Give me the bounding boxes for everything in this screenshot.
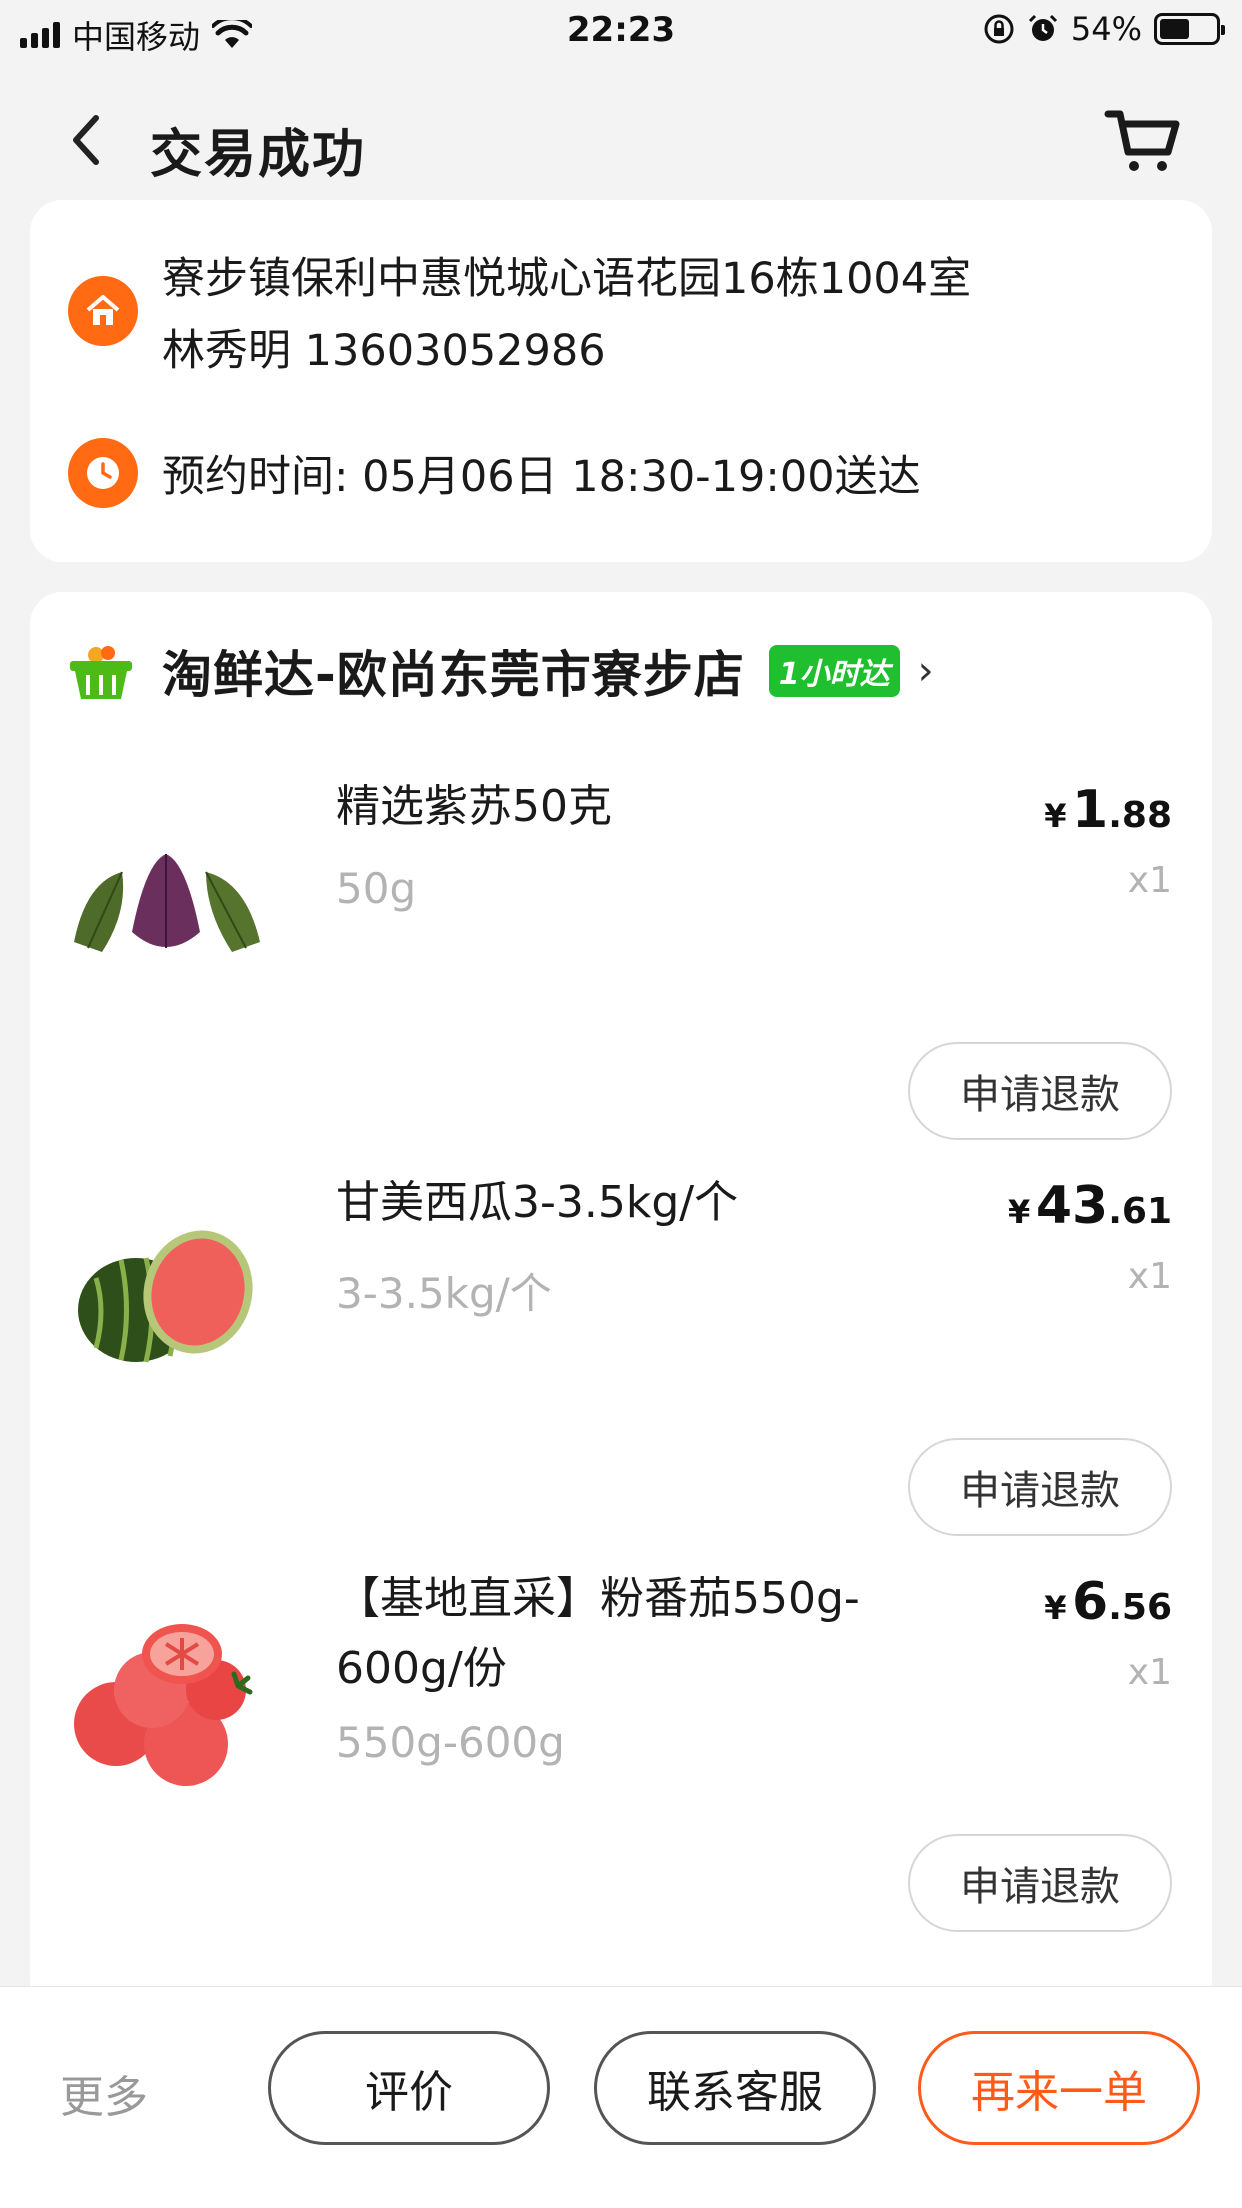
- more-button[interactable]: 更多: [60, 2061, 148, 2125]
- item-spec: 3-3.5kg/个: [336, 1269, 552, 1318]
- address-card: 寮步镇保利中惠悦城心语花园16栋1004室 林秀明 13603052986 预约…: [30, 200, 1212, 562]
- item-quantity: x1: [1127, 1256, 1172, 1297]
- battery-percent: 54%: [1070, 10, 1142, 48]
- item-spec: 550g-600g: [336, 1718, 565, 1767]
- back-button[interactable]: [55, 108, 115, 172]
- recipient-contact: 林秀明 13603052986: [162, 326, 606, 376]
- cart-button[interactable]: [1102, 100, 1182, 180]
- status-right: 54%: [983, 10, 1225, 48]
- refund-button[interactable]: 申请退款: [908, 1042, 1172, 1140]
- refund-button[interactable]: 申请退款: [908, 1834, 1172, 1932]
- orientation-lock-icon: [984, 14, 1014, 44]
- chevron-left-icon: [73, 115, 99, 165]
- delivery-address: 寮步镇保利中惠悦城心语花园16栋1004室: [162, 254, 972, 304]
- page-title: 交易成功: [150, 125, 367, 185]
- status-bar: 中国移动 22:23 54%: [0, 0, 1242, 62]
- basket-icon: [70, 646, 132, 699]
- item-quantity: x1: [1127, 1652, 1172, 1693]
- order-item: 甘美西瓜3-3.5kg/个 3-3.5kg/个 ¥ 43.61 x1 申请退款: [30, 1168, 1212, 1564]
- store-header[interactable]: 淘鲜达-欧尚东莞市寮步店 1小时达 ›: [66, 636, 934, 706]
- delivery-schedule: 预约时间: 05月06日 18:30-19:00送达: [162, 452, 921, 502]
- battery-icon: [1154, 13, 1225, 45]
- clock-icon: [68, 438, 138, 508]
- order-card: 淘鲜达-欧尚东莞市寮步店 1小时达 › 精选紫苏50克 50g ¥ 1.88 x…: [30, 592, 1212, 2012]
- order-item: 【基地直采】粉番茄550g-600g/份 550g-600g ¥ 6.56 x1…: [30, 1564, 1212, 1960]
- currency-symbol: ¥: [1044, 1589, 1067, 1627]
- product-image-watermelon[interactable]: [66, 1198, 266, 1398]
- cart-icon: [1104, 110, 1180, 171]
- item-price: ¥ 6.56: [1044, 1572, 1172, 1632]
- alarm-icon: [1028, 14, 1057, 41]
- item-price: ¥ 1.88: [1044, 780, 1172, 840]
- order-item: 精选紫苏50克 50g ¥ 1.88 x1 申请退款: [30, 772, 1212, 1168]
- price-decimal: .61: [1108, 1191, 1172, 1232]
- currency-symbol: ¥: [1044, 797, 1067, 835]
- currency-symbol: ¥: [1008, 1193, 1031, 1231]
- reorder-button[interactable]: 再来一单: [918, 2031, 1200, 2145]
- price-integer: 6: [1072, 1572, 1109, 1632]
- item-quantity: x1: [1127, 860, 1172, 901]
- delivery-badge: 1小时达: [768, 645, 900, 697]
- price-decimal: .88: [1108, 795, 1172, 836]
- home-icon: [68, 276, 138, 346]
- price-integer: 43: [1035, 1176, 1109, 1236]
- contact-service-button[interactable]: 联系客服: [594, 2031, 876, 2145]
- refund-button[interactable]: 申请退款: [908, 1438, 1172, 1536]
- product-image-perilla[interactable]: [66, 802, 266, 1002]
- item-name[interactable]: 甘美西瓜3-3.5kg/个: [336, 1168, 936, 1238]
- nav-bar: 交易成功: [0, 80, 1242, 200]
- bottom-action-bar: 更多 评价 联系客服 再来一单: [0, 1986, 1242, 2208]
- chevron-right-icon: ›: [917, 648, 934, 694]
- item-name[interactable]: 【基地直采】粉番茄550g-600g/份: [336, 1564, 936, 1704]
- item-price: ¥ 43.61: [1008, 1176, 1172, 1236]
- review-button[interactable]: 评价: [268, 2031, 550, 2145]
- price-decimal: .56: [1108, 1587, 1172, 1628]
- item-name[interactable]: 精选紫苏50克: [336, 772, 936, 842]
- product-image-tomato[interactable]: [66, 1594, 266, 1794]
- item-spec: 50g: [336, 864, 417, 913]
- price-integer: 1: [1072, 780, 1109, 840]
- store-name: 淘鲜达-欧尚东莞市寮步店: [162, 646, 745, 704]
